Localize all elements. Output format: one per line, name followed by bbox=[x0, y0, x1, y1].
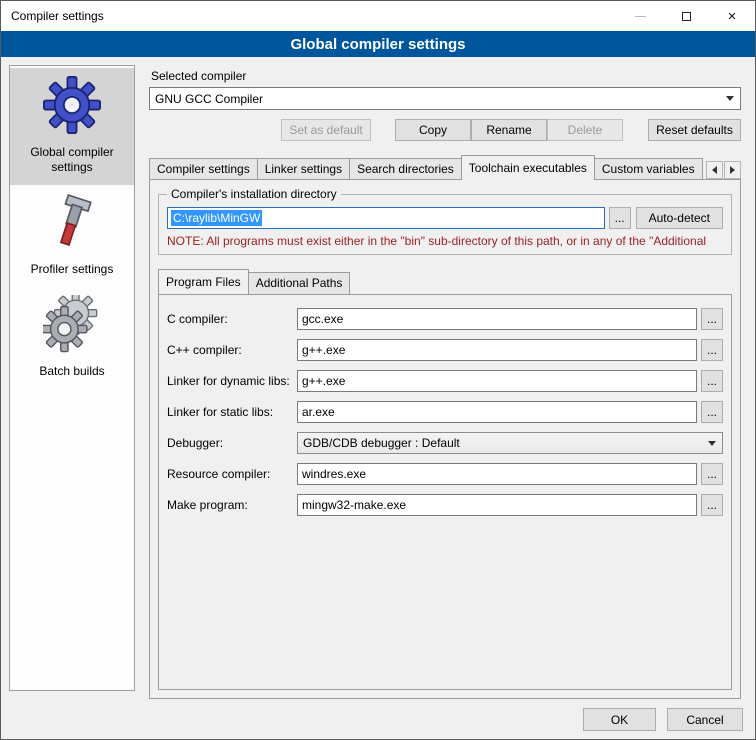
copy-button[interactable]: Copy bbox=[395, 119, 471, 141]
field-row-c-compiler: C compiler: ... bbox=[167, 308, 723, 330]
rename-button[interactable]: Rename bbox=[471, 119, 547, 141]
installation-directory-value: C:\raylib\MinGW bbox=[171, 210, 262, 226]
close-icon: × bbox=[728, 9, 737, 24]
sidebar-item-label: Profiler settings bbox=[31, 262, 114, 277]
tab-linker-settings[interactable]: Linker settings bbox=[257, 158, 350, 180]
debugger-select[interactable]: GDB/CDB debugger : Default bbox=[297, 432, 723, 454]
debugger-select-value: GDB/CDB debugger : Default bbox=[303, 436, 702, 450]
make-program-input[interactable] bbox=[297, 494, 697, 516]
maximize-icon bbox=[682, 12, 691, 21]
page-title: Global compiler settings bbox=[1, 31, 755, 57]
tab-toolchain-executables[interactable]: Toolchain executables bbox=[461, 155, 595, 180]
dynamic-linker-browse-button[interactable]: ... bbox=[701, 370, 723, 392]
resource-compiler-label: Resource compiler: bbox=[167, 467, 297, 481]
tab-custom-variables[interactable]: Custom variables bbox=[594, 158, 703, 180]
cpp-compiler-label: C++ compiler: bbox=[167, 343, 297, 357]
debugger-label: Debugger: bbox=[167, 436, 297, 450]
cpp-compiler-browse-button[interactable]: ... bbox=[701, 339, 723, 361]
batch-builds-icon bbox=[43, 295, 101, 356]
resource-compiler-browse-button[interactable]: ... bbox=[701, 463, 723, 485]
profiler-icon bbox=[45, 193, 99, 254]
field-row-make-program: Make program: ... bbox=[167, 494, 723, 516]
chevron-right-icon bbox=[730, 166, 735, 174]
close-button[interactable]: × bbox=[709, 1, 755, 31]
selected-compiler-label: Selected compiler bbox=[151, 69, 741, 83]
static-linker-browse-button[interactable]: ... bbox=[701, 401, 723, 423]
installation-note: NOTE: All programs must exist either in … bbox=[167, 234, 723, 248]
chevron-left-icon bbox=[712, 166, 717, 174]
field-row-static-linker: Linker for static libs: ... bbox=[167, 401, 723, 423]
window-controls: × bbox=[617, 1, 755, 31]
set-as-default-button[interactable]: Set as default bbox=[281, 119, 371, 141]
compiler-select[interactable]: GNU GCC Compiler bbox=[149, 87, 741, 110]
resource-compiler-input[interactable] bbox=[297, 463, 697, 485]
tab-search-directories[interactable]: Search directories bbox=[349, 158, 462, 180]
field-row-debugger: Debugger: GDB/CDB debugger : Default bbox=[167, 432, 723, 454]
chevron-down-icon bbox=[702, 441, 722, 446]
dynamic-linker-input[interactable] bbox=[297, 370, 697, 392]
field-row-resource-compiler: Resource compiler: ... bbox=[167, 463, 723, 485]
minimize-button[interactable] bbox=[617, 1, 663, 31]
static-linker-input[interactable] bbox=[297, 401, 697, 423]
ok-button[interactable]: OK bbox=[583, 708, 656, 731]
c-compiler-label: C compiler: bbox=[167, 312, 297, 326]
settings-tabstrip: Compiler settings Linker settings Search… bbox=[149, 155, 741, 180]
titlebar: Compiler settings × bbox=[1, 1, 755, 31]
field-row-dynamic-linker: Linker for dynamic libs: ... bbox=[167, 370, 723, 392]
maximize-button[interactable] bbox=[663, 1, 709, 31]
tab-scroll-left-button[interactable] bbox=[706, 161, 723, 179]
make-program-browse-button[interactable]: ... bbox=[701, 494, 723, 516]
cancel-button[interactable]: Cancel bbox=[667, 708, 743, 731]
sidebar-item-label: Batch builds bbox=[39, 364, 104, 379]
compiler-actions: Set as default Copy Rename Delete Reset … bbox=[149, 119, 741, 141]
dialog-footer: OK Cancel bbox=[583, 708, 743, 731]
settings-sidebar: Global compiler settings Profiler settin… bbox=[9, 65, 135, 691]
tab-scroll-right-button[interactable] bbox=[724, 161, 741, 179]
main-panel: Selected compiler GNU GCC Compiler Set a… bbox=[149, 63, 741, 699]
reset-defaults-button[interactable]: Reset defaults bbox=[648, 119, 741, 141]
installation-directory-label: Compiler's installation directory bbox=[167, 187, 341, 201]
compiler-select-value: GNU GCC Compiler bbox=[155, 92, 720, 106]
field-row-cpp-compiler: C++ compiler: ... bbox=[167, 339, 723, 361]
sidebar-item-batch-builds[interactable]: Batch builds bbox=[10, 287, 134, 389]
sidebar-item-global-compiler-settings[interactable]: Global compiler settings bbox=[10, 68, 134, 185]
cpp-compiler-input[interactable] bbox=[297, 339, 697, 361]
window-title: Compiler settings bbox=[11, 9, 104, 23]
installation-directory-browse-button[interactable]: ... bbox=[609, 207, 631, 229]
sidebar-item-profiler-settings[interactable]: Profiler settings bbox=[10, 185, 134, 287]
minimize-icon bbox=[635, 16, 646, 17]
chevron-down-icon bbox=[720, 88, 740, 109]
programs-tabstrip: Program Files Additional Paths bbox=[158, 269, 732, 294]
tab-compiler-settings[interactable]: Compiler settings bbox=[149, 158, 258, 180]
tab-program-files[interactable]: Program Files bbox=[158, 269, 249, 294]
make-program-label: Make program: bbox=[167, 498, 297, 512]
c-compiler-input[interactable] bbox=[297, 308, 697, 330]
installation-directory-group: Compiler's installation directory C:\ray… bbox=[158, 194, 732, 255]
auto-detect-button[interactable]: Auto-detect bbox=[636, 207, 723, 229]
dynamic-linker-label: Linker for dynamic libs: bbox=[167, 374, 297, 388]
installation-directory-input[interactable]: C:\raylib\MinGW bbox=[167, 207, 605, 229]
sidebar-item-label: Global compiler settings bbox=[12, 145, 132, 175]
program-files-panel: C compiler: ... C++ compiler: ... Linker… bbox=[158, 294, 732, 690]
toolchain-executables-panel: Compiler's installation directory C:\ray… bbox=[149, 179, 741, 699]
gear-icon bbox=[43, 76, 101, 137]
delete-button[interactable]: Delete bbox=[547, 119, 623, 141]
c-compiler-browse-button[interactable]: ... bbox=[701, 308, 723, 330]
tab-additional-paths[interactable]: Additional Paths bbox=[248, 272, 351, 294]
static-linker-label: Linker for static libs: bbox=[167, 405, 297, 419]
tab-build-options[interactable]: Buil bbox=[702, 158, 703, 180]
compiler-settings-window: Compiler settings × Global compiler sett… bbox=[0, 0, 756, 740]
